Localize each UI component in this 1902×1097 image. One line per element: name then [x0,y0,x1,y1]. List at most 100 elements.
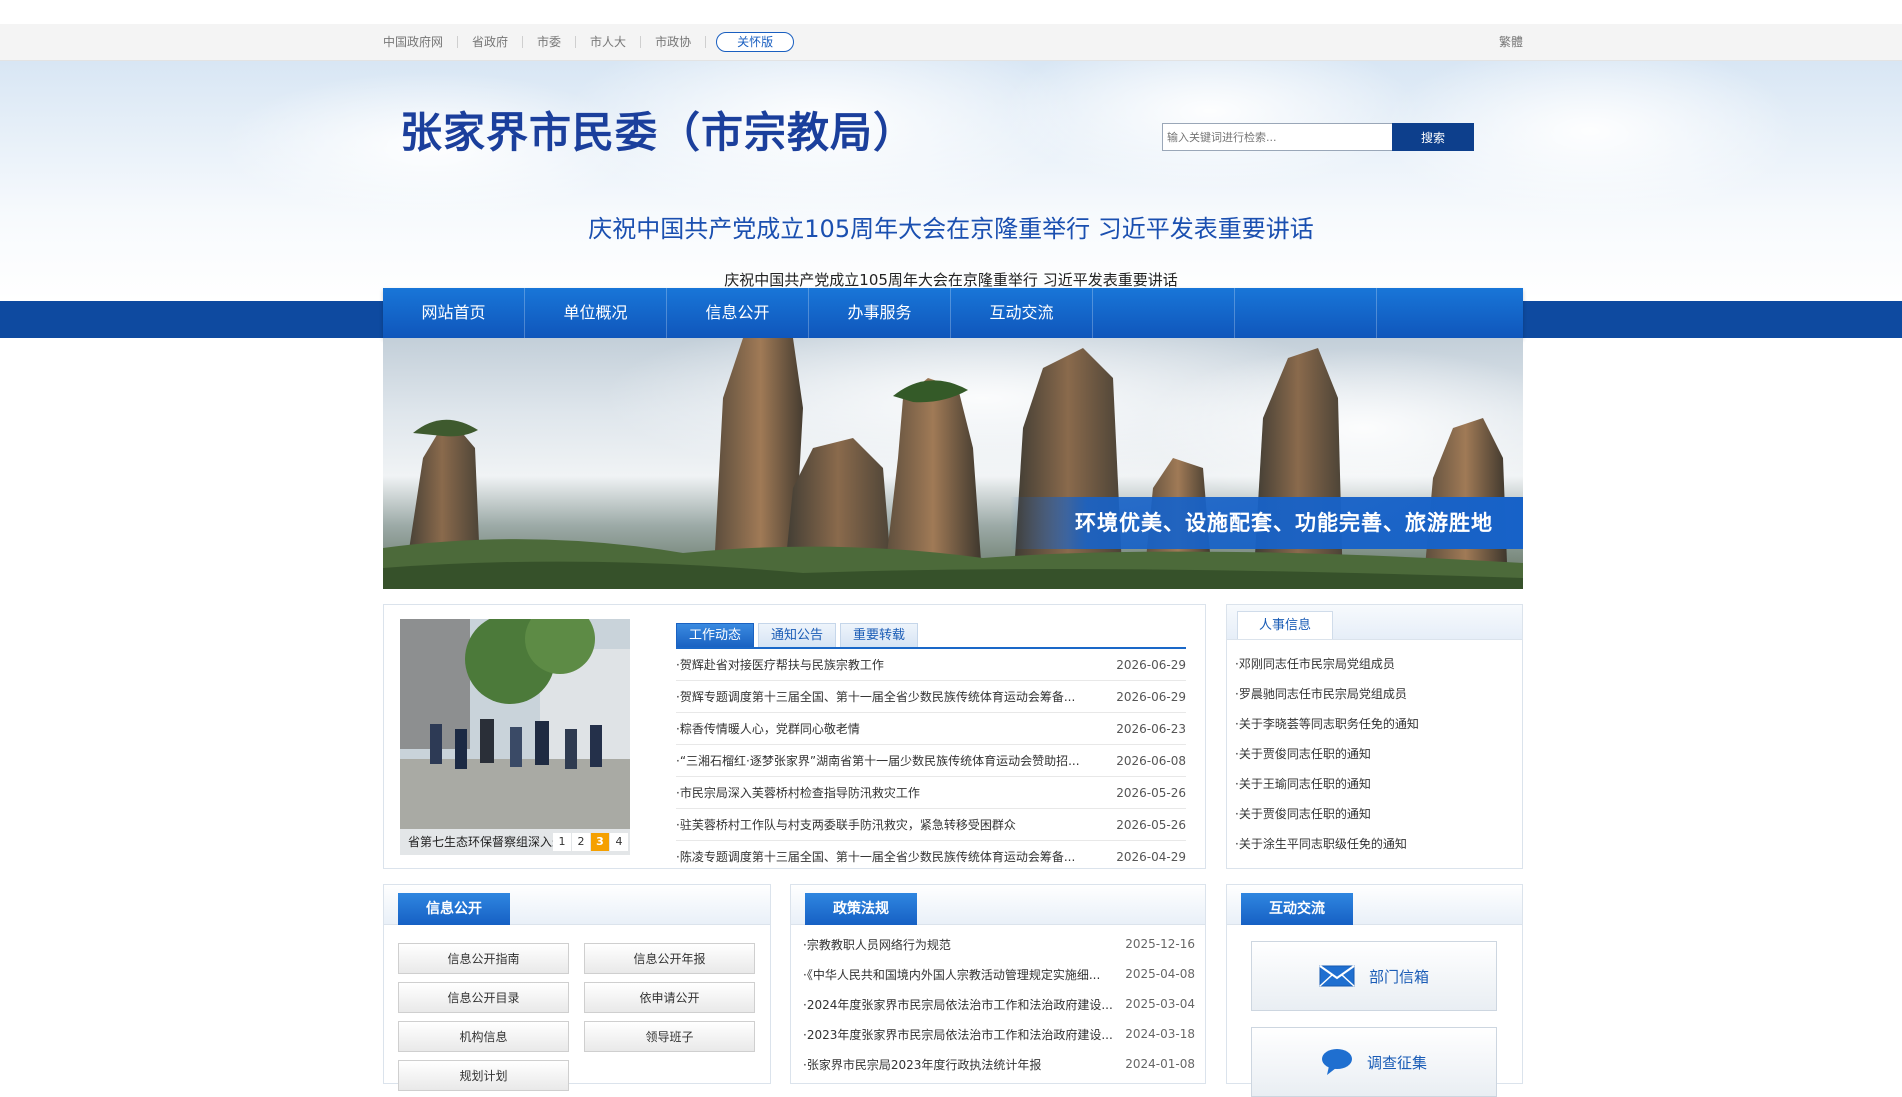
nav-overview[interactable]: 单位概况 [525,288,667,338]
tab-notices[interactable]: 通知公告 [758,623,837,647]
news-date: 2026-04-29 [1116,849,1186,864]
nav-services[interactable]: 办事服务 [809,288,951,338]
list-item[interactable]: ·2023年度张家界市民宗局依法治市工作和法治政府建设... 2024-03-18 [803,1019,1195,1049]
news-date: 2026-06-29 [1116,657,1186,672]
panel-header: 互动交流 [1227,885,1522,925]
tab-reprints[interactable]: 重要转载 [840,623,919,647]
list-item[interactable]: ·邓刚同志任市民宗局党组成员 [1235,649,1515,679]
link-city-npc[interactable]: 市人大 [576,36,642,48]
photo-caption[interactable]: 省第七生态环保督察组深入永定区 [408,829,568,855]
nav-home[interactable]: 网站首页 [383,288,525,338]
policy-panel: 政策法规 ·宗教教职人员网络行为规范 2025-12-16 ·《中华人民共和国境内… [790,884,1206,1084]
plans-button[interactable]: 规划计划 [398,1060,569,1091]
info-application-button[interactable]: 依申请公开 [584,982,755,1013]
survey-button[interactable]: 调查征集 [1251,1027,1497,1097]
list-item[interactable]: ·驻芙蓉桥村工作队与村支两委联手防汛救灾，紧急转移受困群众 2026-05-26 [676,809,1186,841]
policy-title[interactable]: 政策法规 [805,893,917,925]
list-item[interactable]: ·宗教教职人员网络行为规范 2025-12-16 [803,929,1195,959]
list-item[interactable]: ·贺辉赴省对接医疗帮扶与民族宗教工作 2026-06-29 [676,649,1186,681]
list-item[interactable]: ·粽香传情暖人心，党群同心敬老情 2026-06-23 [676,713,1186,745]
search-box: 搜索 [1162,123,1474,151]
tab-work-news[interactable]: 工作动态 [676,623,755,647]
news-panel: 省第七生态环保督察组深入永定区 1 2 3 4 工作动态 通知公告 重要转载 ·… [383,604,1206,869]
info-guide-button[interactable]: 信息公开指南 [398,943,569,974]
list-item[interactable]: ·关于王瑜同志任职的通知 [1235,769,1515,799]
care-mode-button[interactable]: 关怀版 [716,32,795,52]
slider-dot-active[interactable]: 3 [591,833,609,851]
photo-slider[interactable]: 省第七生态环保督察组深入永定区 1 2 3 4 [400,619,630,855]
link-china-gov[interactable]: 中国政府网 [383,36,459,48]
news-title[interactable]: ·市民宗局深入芙蓉桥村检查指导防汛救灾工作 [676,784,1086,801]
news-date: 2026-06-08 [1116,753,1186,768]
site-title: 张家界市民委（市宗教局） [400,108,917,157]
list-item[interactable]: ·陈凌专题调度第十三届全国、第十一届全省少数民族传统体育运动会筹备... 2026… [676,841,1186,872]
list-item[interactable]: ·《中华人民共和国境内外国人宗教活动管理规定实施细... 2025-04-08 [803,959,1195,989]
list-item[interactable]: ·关于贾俊同志任职的通知 [1235,739,1515,769]
news-title[interactable]: ·粽香传情暖人心，党群同心敬老情 [676,720,1086,737]
nav-interaction[interactable]: 互动交流 [951,288,1093,338]
news-title[interactable]: ·贺辉赴省对接医疗帮扶与民族宗教工作 [676,656,1086,673]
list-item[interactable]: ·关于贾俊同志任职的通知 [1235,799,1515,829]
list-item[interactable]: ·关于涂生平同志职级任免的通知 [1235,829,1515,859]
traditional-chinese-toggle[interactable]: 繁體 [1499,24,1523,60]
policy-item-title[interactable]: ·《中华人民共和国境内外国人宗教活动管理规定实施细... [803,966,1113,983]
personnel-list: ·邓刚同志任市民宗局党组成员 ·罗晨驰同志任市民宗局党组成员 ·关于李晓荟等同志… [1235,649,1515,859]
link-province-gov[interactable]: 省政府 [458,36,524,48]
nav-empty-slot[interactable] [1093,288,1235,338]
personnel-panel: 人事信息 ·邓刚同志任市民宗局党组成员 ·罗晨驰同志任市民宗局党组成员 ·关于李… [1226,604,1523,869]
survey-label: 调查征集 [1366,1053,1427,1072]
list-item[interactable]: ·张家界市民宗局2023年度行政执法统计年报 2024-01-08 [803,1049,1195,1079]
policy-item-date: 2025-12-16 [1125,937,1195,951]
nav-info-disclosure[interactable]: 信息公开 [667,288,809,338]
slider-dot[interactable]: 4 [610,833,628,851]
top-links-bar: 中国政府网 省政府 市委 市人大 市政协 关怀版 繁體 [0,24,1902,61]
photo-caption-bar: 省第七生态环保督察组深入永定区 1 2 3 4 [400,829,630,855]
news-title[interactable]: ·贺辉专题调度第十三届全国、第十一届全省少数民族传统体育运动会筹备... [676,688,1086,705]
info-disclosure-title[interactable]: 信息公开 [398,893,510,925]
policy-item-date: 2025-04-08 [1125,967,1195,981]
org-info-button[interactable]: 机构信息 [398,1021,569,1052]
list-item[interactable]: ·“三湘石榴红·逐梦张家界”湖南省第十一届少数民族传统体育运动会赞助招... 20… [676,745,1186,777]
link-city-cppcc[interactable]: 市政协 [641,36,707,48]
nav-empty-slot[interactable] [1377,288,1519,338]
slider-dot[interactable]: 1 [553,833,571,851]
leadership-button[interactable]: 领导班子 [584,1021,755,1052]
subheadline-link[interactable]: 庆祝中国共产党成立105周年大会在京隆重举行 习近平发表重要讲话 [0,269,1902,290]
banner-caption: 环境优美、设施配套、功能完善、旅游胜地 [1075,511,1493,535]
policy-item-date: 2024-03-18 [1125,1027,1195,1041]
interaction-title[interactable]: 互动交流 [1241,893,1353,925]
search-button[interactable]: 搜索 [1392,123,1474,151]
policy-item-title[interactable]: ·张家界市民宗局2023年度行政执法统计年报 [803,1056,1113,1073]
news-photo [400,619,630,855]
news-title[interactable]: ·陈凌专题调度第十三届全国、第十一届全省少数民族传统体育运动会筹备... [676,848,1086,865]
envelope-icon [1319,965,1355,987]
nav-empty-slot[interactable] [1235,288,1377,338]
link-city-committee[interactable]: 市委 [523,36,577,48]
headline-link[interactable]: 庆祝中国共产党成立105周年大会在京隆重举行 习近平发表重要讲话 [0,209,1902,244]
speech-bubble-icon [1321,1049,1352,1075]
mailbox-label: 部门信箱 [1368,967,1429,986]
news-title[interactable]: ·“三湘石榴红·逐梦张家界”湖南省第十一届少数民族传统体育运动会赞助招... [676,752,1086,769]
list-item[interactable]: ·关于李晓荟等同志职务任免的通知 [1235,709,1515,739]
personnel-tab-bar: 人事信息 [1227,605,1522,640]
info-catalog-button[interactable]: 信息公开目录 [398,982,569,1013]
policy-item-title[interactable]: ·2023年度张家界市民宗局依法治市工作和法治政府建设... [803,1026,1113,1043]
list-item[interactable]: ·2024年度张家界市民宗局依法治市工作和法治政府建设... 2025-03-04 [803,989,1195,1019]
policy-item-title[interactable]: ·宗教教职人员网络行为规范 [803,936,1113,953]
karst-mountains-illustration [383,338,1523,589]
info-disclosure-panel: 信息公开 信息公开指南 信息公开年报 信息公开目录 依申请公开 机构信息 领导班… [383,884,771,1091]
list-item[interactable]: ·市民宗局深入芙蓉桥村检查指导防汛救灾工作 2026-05-26 [676,777,1186,809]
tab-personnel[interactable]: 人事信息 [1237,611,1333,639]
info-annual-report-button[interactable]: 信息公开年报 [584,943,755,974]
policy-item-title[interactable]: ·2024年度张家界市民宗局依法治市工作和法治政府建设... [803,996,1113,1013]
news-list: ·贺辉赴省对接医疗帮扶与民族宗教工作 2026-06-29 ·贺辉专题调度第十三届… [676,649,1186,872]
list-item[interactable]: ·贺辉专题调度第十三届全国、第十一届全省少数民族传统体育运动会筹备... 2026… [676,681,1186,713]
news-title[interactable]: ·驻芙蓉桥村工作队与村支两委联手防汛救灾，紧急转移受困群众 [676,816,1086,833]
slider-dot[interactable]: 2 [572,833,590,851]
list-item[interactable]: ·罗晨驰同志任市民宗局党组成员 [1235,679,1515,709]
panel-header: 信息公开 [384,885,770,925]
main-nav: 网站首页 单位概况 信息公开 办事服务 互动交流 [383,288,1523,338]
department-mailbox-button[interactable]: 部门信箱 [1251,941,1497,1011]
panel-header: 政策法规 [791,885,1205,925]
search-input[interactable] [1162,123,1392,151]
